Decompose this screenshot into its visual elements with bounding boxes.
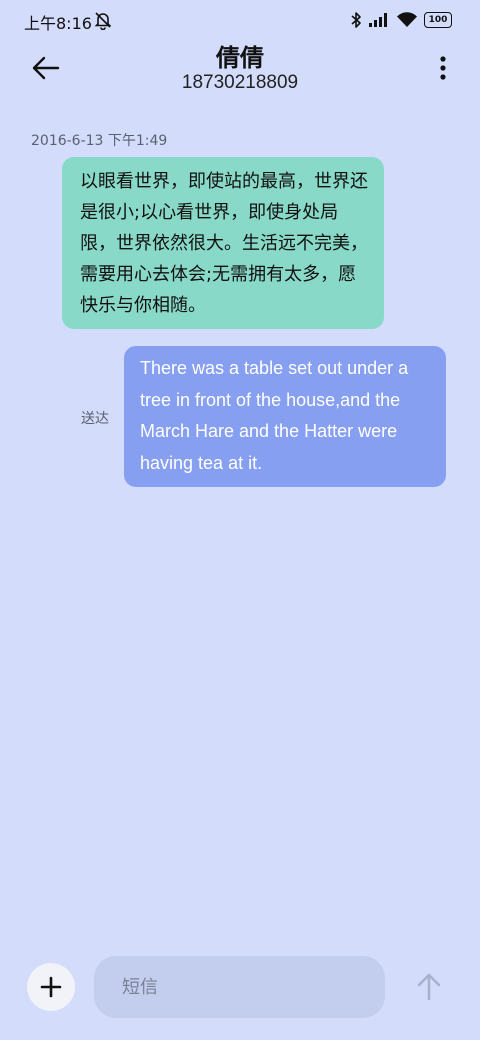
contact-name: 倩倩 bbox=[216, 44, 264, 72]
battery-indicator: 100 bbox=[424, 12, 452, 28]
bell-off-icon bbox=[94, 12, 112, 30]
signal-icon bbox=[369, 13, 387, 27]
outgoing-message-bubble[interactable]: There was a table set out under a tree i… bbox=[124, 346, 446, 487]
status-time: 上午8:16 bbox=[24, 14, 92, 33]
message-timestamp: 2016-6-13 下午1:49 bbox=[31, 133, 168, 149]
delivery-status: 送达 bbox=[81, 411, 109, 427]
contact-phone: 18730218809 bbox=[181, 72, 299, 93]
bluetooth-icon bbox=[351, 12, 361, 28]
incoming-message-bubble[interactable]: 以眼看世界，即使站的最高，世界还是很小;以心看世界，即使身处局限，世界依然很大。… bbox=[62, 157, 384, 329]
more-vertical-icon[interactable] bbox=[438, 54, 448, 84]
send-arrow-up-icon[interactable] bbox=[412, 970, 446, 1004]
add-attachment-button[interactable] bbox=[27, 963, 75, 1011]
status-bar: 上午8:16 100 bbox=[0, 0, 480, 40]
status-icons: 100 bbox=[350, 11, 452, 29]
wifi-icon bbox=[397, 12, 417, 27]
message-input[interactable] bbox=[94, 956, 385, 1018]
plus-icon bbox=[40, 976, 62, 998]
